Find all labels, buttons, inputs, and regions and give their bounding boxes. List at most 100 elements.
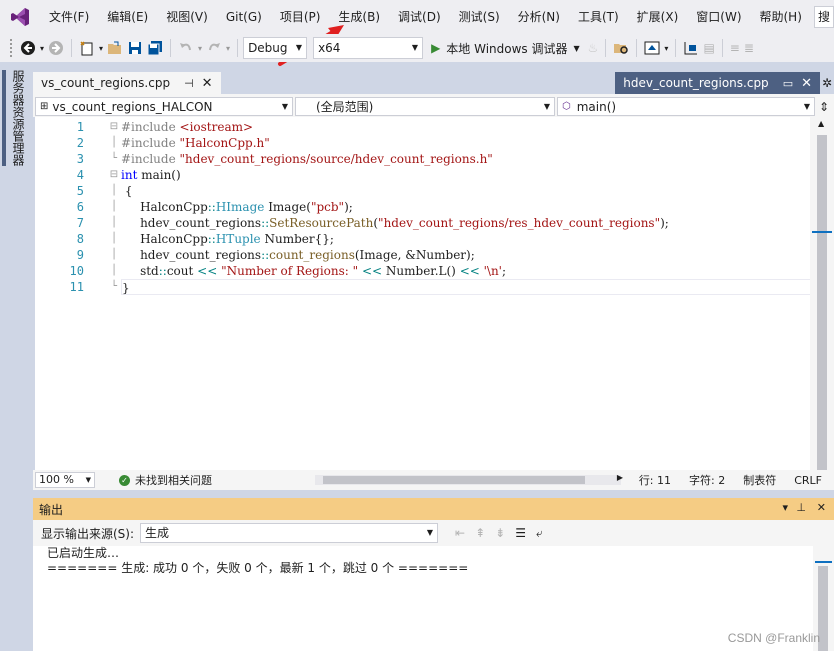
line-number: 8 xyxy=(76,232,84,246)
undo-icon[interactable] xyxy=(176,37,196,59)
go-to-source-icon[interactable]: ⇤ xyxy=(455,526,465,540)
find-in-files-icon[interactable] xyxy=(611,37,631,59)
solution-platform-dropdown[interactable]: x64 ▼ xyxy=(313,37,424,59)
output-line: ======= 生成: 成功 0 个，失败 0 个，最新 1 个，跳过 0 个 … xyxy=(47,561,469,575)
menu-help[interactable]: 帮助(H) xyxy=(751,0,811,34)
type-name: HImage xyxy=(215,200,265,214)
menu-git[interactable]: Git(G) xyxy=(217,0,271,34)
play-icon: ▶ xyxy=(431,41,441,55)
editor-vertical-scrollbar[interactable]: ▲ xyxy=(810,117,834,470)
gear-icon[interactable]: ✲ xyxy=(822,76,832,90)
member-dropdown[interactable]: ⬡ main() ▼ xyxy=(557,97,815,116)
menu-file[interactable]: 文件(F) xyxy=(40,0,98,34)
editor-horizontal-scrollbar[interactable]: ▶ xyxy=(315,473,623,485)
redo-icon[interactable] xyxy=(204,37,224,59)
code-editor[interactable]: 1 2 3 4 5 6 7 8 9 10 11 ⊟ │ └ ⊟ │ │ │ │ … xyxy=(35,117,821,470)
save-all-icon[interactable] xyxy=(145,37,165,59)
navigate-forward-icon[interactable] xyxy=(46,37,66,59)
include-path: "HalconCpp.h" xyxy=(179,136,270,150)
menu-tools[interactable]: 工具(T) xyxy=(569,0,628,34)
comment-lines-icon[interactable]: ≡ xyxy=(728,37,742,59)
toolbar-grip[interactable] xyxy=(10,39,14,57)
pin-icon[interactable]: ⊣ xyxy=(184,77,194,90)
outline-line: └ xyxy=(110,281,118,292)
tab-hdev-count-regions[interactable]: hdev_count_regions.cpp ▭ ✕ xyxy=(615,72,820,94)
line-number: 6 xyxy=(76,200,84,214)
close-icon[interactable]: ✕ xyxy=(202,76,213,91)
split-window-icon[interactable]: ⇕ xyxy=(819,100,829,114)
chevron-down-icon: ▼ xyxy=(543,102,550,111)
code-text-span: ); xyxy=(344,200,353,214)
browser-link-icon[interactable] xyxy=(642,37,662,59)
outline-line: └ xyxy=(110,153,118,164)
output-panel-title[interactable]: 输出 ▾ ⊥ ✕ xyxy=(33,498,834,520)
column-indicator[interactable]: 字符: 2 xyxy=(689,472,725,488)
line-number: 4 xyxy=(76,168,84,182)
code-text-span: ); xyxy=(660,216,669,230)
hot-reload-icon[interactable]: ♨ xyxy=(586,37,601,59)
solution-configuration-dropdown[interactable]: Debug ▼ xyxy=(243,37,308,59)
scroll-up-icon[interactable]: ▲ xyxy=(818,119,824,128)
window-position-icon[interactable]: ▾ xyxy=(782,501,788,514)
next-message-icon[interactable]: ⇟ xyxy=(495,526,505,540)
tab-vs-count-regions[interactable]: vs_count_regions.cpp ⊣ ✕ xyxy=(33,72,221,94)
close-icon[interactable]: ✕ xyxy=(817,501,826,514)
output-actions: ⇤ ⇞ ⇟ ☰ ⤶ xyxy=(450,526,548,541)
output-text-area[interactable]: 已启动生成… ======= 生成: 成功 0 个，失败 0 个，最新 1 个，… xyxy=(33,546,813,651)
visual-studio-logo-icon[interactable] xyxy=(0,0,40,34)
collapse-icon[interactable]: ⊟ xyxy=(107,167,121,183)
clear-all-icon[interactable]: ☰ xyxy=(515,526,526,540)
output-source-dropdown[interactable]: 生成 ▼ xyxy=(140,523,439,543)
menu-test[interactable]: 测试(S) xyxy=(450,0,509,34)
project-dropdown[interactable]: ⊞ vs_count_regions_HALCON ▼ xyxy=(35,97,293,116)
type-name: HTuple xyxy=(215,232,261,246)
collapse-icon[interactable]: ⊟ xyxy=(107,119,121,135)
line-ending-indicator[interactable]: CRLF xyxy=(794,474,822,487)
keep-open-icon[interactable]: ▭ xyxy=(783,77,793,90)
server-explorer-tab[interactable]: 服务器资源管理器 xyxy=(9,70,27,170)
navigate-back-icon[interactable] xyxy=(18,37,38,59)
search-box[interactable]: 搜 xyxy=(814,6,834,28)
menu-window[interactable]: 窗口(W) xyxy=(687,0,750,34)
dropdown-arrow-icon[interactable]: ▾ xyxy=(38,37,46,59)
scope-dropdown[interactable]: (全局范围) ▼ xyxy=(295,97,555,116)
menu-analyze[interactable]: 分析(N) xyxy=(509,0,569,34)
menu-debug[interactable]: 调试(D) xyxy=(389,0,450,34)
uncomment-lines-icon[interactable]: ≣ xyxy=(742,37,756,59)
new-project-icon[interactable] xyxy=(77,37,97,59)
scrollbar-thumb[interactable] xyxy=(323,476,585,484)
code-text-span: hdev_count_regions xyxy=(121,248,262,262)
issues-indicator[interactable]: ✓ 未找到相关问题 xyxy=(119,472,212,488)
bookmark-icon[interactable]: ▤ xyxy=(701,37,716,59)
menu-extensions[interactable]: 扩展(X) xyxy=(628,0,688,34)
code-text[interactable]: #include <iostream> #include "HalconCpp.… xyxy=(121,119,811,295)
watermark: CSDN @Franklin xyxy=(727,631,820,645)
code-line: #include "hdev_count_regions/source/hdev… xyxy=(121,151,811,167)
outline-line: │ xyxy=(110,201,118,212)
step-into-icon[interactable] xyxy=(681,37,701,59)
issues-label: 未找到相关问题 xyxy=(135,474,212,487)
scrollbar-thumb[interactable] xyxy=(817,135,827,470)
dropdown-arrow-icon[interactable]: ▾ xyxy=(662,37,670,59)
dropdown-arrow-icon[interactable]: ▾ xyxy=(97,37,105,59)
code-text-span: main() xyxy=(137,168,181,182)
save-icon[interactable] xyxy=(125,37,145,59)
menu-view[interactable]: 视图(V) xyxy=(157,0,217,34)
start-debugging-button[interactable]: ▶ 本地 Windows 调试器 ▼ xyxy=(429,37,582,59)
open-file-icon[interactable] xyxy=(105,37,125,59)
string-literal: "pcb" xyxy=(310,200,345,214)
zoom-value: 100 % xyxy=(39,473,74,486)
member-value: main() xyxy=(576,99,617,114)
tab-indicator[interactable]: 制表符 xyxy=(743,472,776,488)
pin-icon[interactable]: ⊥ xyxy=(796,501,806,514)
menu-edit[interactable]: 编辑(E) xyxy=(98,0,157,34)
editor-status-bar: 100 % ▼ ✓ 未找到相关问题 ▶ 行: 11 字符: 2 制表符 CRLF xyxy=(33,470,834,490)
code-text-span: { xyxy=(121,184,133,198)
line-indicator[interactable]: 行: 11 xyxy=(639,472,671,488)
zoom-dropdown[interactable]: 100 % ▼ xyxy=(35,472,95,488)
previous-message-icon[interactable]: ⇞ xyxy=(475,526,485,540)
dropdown-arrow-icon[interactable]: ▾ xyxy=(196,37,204,59)
word-wrap-icon[interactable]: ⤶ xyxy=(536,526,543,541)
dropdown-arrow-icon[interactable]: ▾ xyxy=(224,37,232,59)
close-icon[interactable]: ✕ xyxy=(801,76,812,91)
